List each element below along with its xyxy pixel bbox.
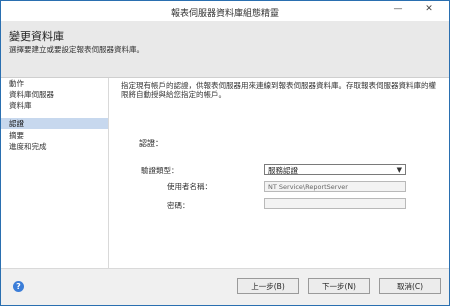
back-button[interactable]: 上一步(B) (237, 278, 299, 294)
step-database[interactable]: 資料庫 (1, 100, 108, 111)
password-field[interactable] (264, 198, 406, 209)
page-header: 變更資料庫 選擇要建立或要設定報表伺服器資料庫。 (1, 21, 449, 78)
step-progress[interactable]: 進度和完成 (1, 141, 108, 152)
step-summary[interactable]: 摘要 (1, 130, 108, 141)
next-button[interactable]: 下一步(N) (308, 278, 370, 294)
page-title: 變更資料庫 (9, 30, 64, 43)
content-panel: 指定現有帳戶的認證，供報表伺服器用來連線到報表伺服器資料庫。存取報表伺服器資料庫… (109, 78, 449, 268)
step-credentials[interactable]: 認證 (1, 118, 108, 129)
wizard-window: 報表伺服器資料庫組態精靈 — ✕ 變更資料庫 選擇要建立或要設定報表伺服器資料庫… (0, 0, 450, 306)
window-title: 報表伺服器資料庫組態精靈 (170, 9, 279, 19)
minimize-button[interactable]: — (385, 2, 411, 17)
password-label: 密碼： (167, 201, 190, 210)
step-action[interactable]: 動作 (1, 78, 108, 89)
credentials-section-label: 認證： (139, 139, 163, 148)
step-database-server[interactable]: 資料庫伺服器 (1, 89, 108, 100)
username-field[interactable]: NT Service\ReportServer (264, 181, 406, 192)
title-bar: 報表伺服器資料庫組態精靈 — ✕ (1, 1, 449, 21)
auth-type-select[interactable]: 服務認證 ▼ (264, 164, 406, 175)
chevron-down-icon: ▼ (396, 166, 402, 174)
description-text: 指定現有帳戶的認證，供報表伺服器用來連線到報表伺服器資料庫。存取報表伺服器資料庫… (121, 81, 436, 99)
wizard-steps: 動作 資料庫伺服器 資料庫 認證 摘要 進度和完成 (1, 78, 108, 268)
cancel-button[interactable]: 取消(C) (379, 278, 441, 294)
auth-type-label: 驗證類型： (141, 166, 179, 175)
footer-bar: ? 上一步(B) 下一步(N) 取消(C) (1, 269, 449, 305)
auth-type-value: 服務認證 (268, 166, 298, 175)
username-label: 使用者名稱： (167, 182, 212, 191)
page-subtitle: 選擇要建立或要設定報表伺服器資料庫。 (9, 45, 144, 54)
close-button[interactable]: ✕ (412, 2, 446, 17)
help-icon[interactable]: ? (13, 281, 24, 292)
